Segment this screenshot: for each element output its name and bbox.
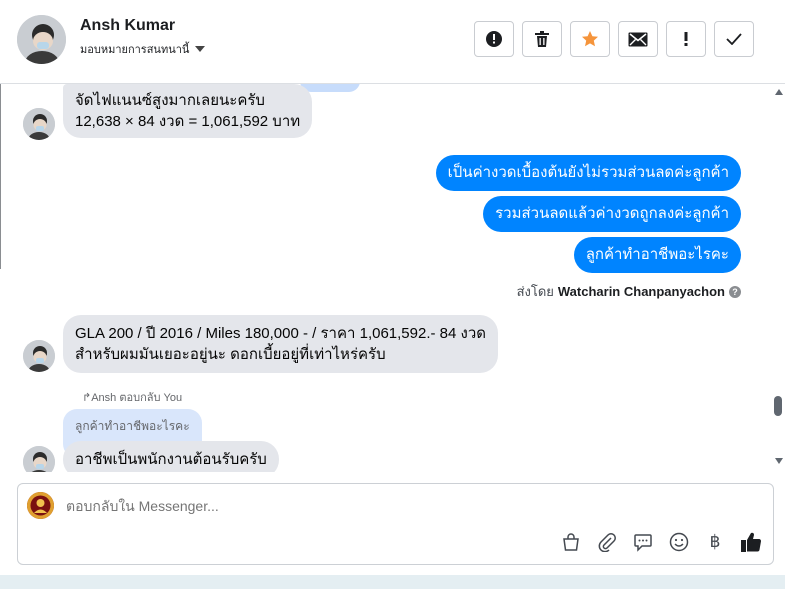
baht-icon: ฿ [709, 532, 721, 552]
scroll-down-arrow[interactable] [775, 458, 783, 464]
header-actions [474, 21, 754, 57]
message-thread[interactable]: จัดไฟแนนซ์สูงมากเลยนะครับ 12,638 × 84 งว… [0, 84, 775, 472]
emoji-button[interactable] [667, 530, 691, 554]
scroll-up-arrow[interactable] [775, 89, 783, 95]
assign-label: มอบหมายการสนทนานี้ [80, 44, 190, 56]
assign-conversation-dropdown[interactable]: มอบหมายการสนทนานี้ [80, 40, 206, 58]
reply-note: ↱Ansh ตอบกลับ You [82, 392, 183, 404]
previous-bubble-fragment [300, 84, 360, 92]
mark-unread-button[interactable] [618, 21, 658, 57]
mark-done-button[interactable] [714, 21, 754, 57]
star-icon [582, 31, 598, 47]
exclamation-icon [684, 32, 688, 46]
bottom-bar [0, 575, 785, 589]
outgoing-message[interactable]: เป็นค่างวดเบื้องต้นยังไม่รวมส่วนลดค่ะลูก… [435, 155, 741, 191]
message-text: จัดไฟแนนซ์สูงมากเลยนะครับ [75, 92, 265, 109]
trash-icon [535, 31, 549, 47]
outgoing-message[interactable]: รวมส่วนลดแล้วค่างวดถูกลงค่ะลูกค้า [483, 196, 741, 232]
saved-replies-button[interactable] [631, 530, 655, 554]
incoming-message[interactable]: อาชีพเป็นพนักงานต้อนรับครับ [63, 441, 279, 472]
smiley-icon [669, 532, 689, 552]
paperclip-icon [598, 533, 616, 552]
page-avatar [27, 492, 54, 519]
delete-button[interactable] [522, 21, 562, 57]
contact-avatar-small [23, 446, 55, 472]
report-button[interactable] [474, 21, 514, 57]
message-text: 12,638 × 84 งวด = 1,061,592 บาท [75, 113, 301, 130]
contact-name: Ansh Kumar [80, 17, 176, 34]
like-button[interactable] [739, 530, 763, 554]
scroll-thumb[interactable] [774, 396, 782, 416]
reply-arrow-icon: ↱ [82, 392, 92, 404]
message-text: GLA 200 / ปี 2016 / Miles 180,000 - / รา… [75, 325, 487, 342]
sent-by-label: ส่งโดย Watcharin Chanpanyachon ? [517, 281, 741, 302]
shopping-bag-icon [563, 533, 579, 551]
message-text: สำหรับผมมันเยอะอยู่นะ ดอกเบี้ยอยู่ที่เท่… [75, 346, 386, 363]
caret-down-icon [195, 46, 206, 52]
reply-input[interactable] [66, 498, 666, 514]
attach-button[interactable] [595, 530, 619, 554]
contact-avatar-small [23, 340, 55, 372]
star-button[interactable] [570, 21, 610, 57]
thumbs-up-icon [741, 532, 762, 552]
mark-important-button[interactable] [666, 21, 706, 57]
alert-circle-icon [486, 31, 502, 47]
composer-tools: ฿ [559, 530, 763, 554]
sent-by-prefix: ส่งโดย [516, 284, 554, 299]
thread-scrollbar[interactable] [773, 84, 785, 472]
envelope-icon [628, 32, 648, 46]
incoming-message[interactable]: จัดไฟแนนซ์สูงมากเลยนะครับ 12,638 × 84 งว… [63, 84, 313, 138]
contact-avatar-small [23, 108, 55, 140]
check-icon [726, 33, 742, 45]
help-icon[interactable]: ? [729, 285, 741, 298]
speech-bubble-icon [634, 534, 652, 552]
payment-button[interactable]: ฿ [703, 530, 727, 554]
sent-by-name: Watcharin Chanpanyachon [557, 284, 725, 299]
shop-button[interactable] [559, 530, 583, 554]
incoming-message[interactable]: GLA 200 / ปี 2016 / Miles 180,000 - / รา… [63, 315, 499, 373]
reply-composer: ฿ [17, 483, 774, 565]
contact-avatar[interactable] [17, 15, 66, 64]
conversation-header: Ansh Kumar มอบหมายการสนทนานี้ [0, 0, 785, 84]
outgoing-message[interactable]: ลูกค้าทำอาชีพอะไรคะ [573, 237, 741, 273]
